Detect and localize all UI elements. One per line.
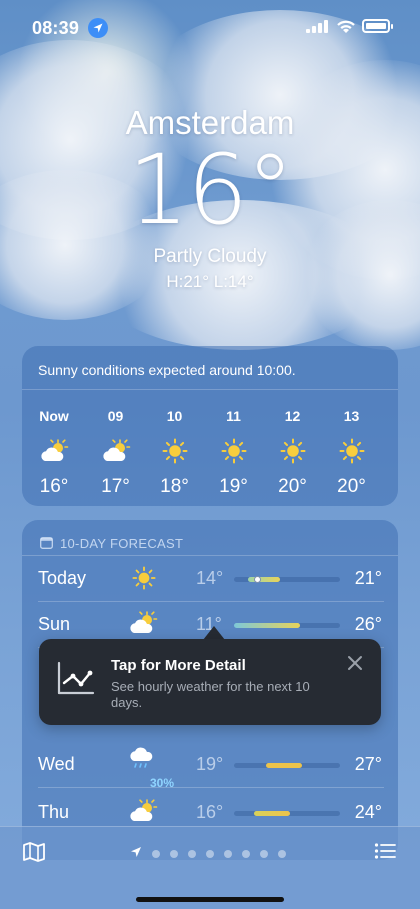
calendar-icon: [40, 536, 53, 552]
page-dot: [278, 850, 286, 858]
day-low: 19°: [196, 754, 224, 774]
map-icon[interactable]: [22, 841, 46, 868]
hour-item: Now 16°: [22, 408, 86, 498]
battery-icon: [362, 19, 393, 33]
page-indicator[interactable]: [130, 845, 286, 863]
day-high: 26°: [354, 614, 382, 634]
hour-label: 10: [166, 408, 183, 424]
forecast-heading: 10-DAY FORECAST: [60, 536, 184, 551]
hour-label: 12: [284, 408, 301, 424]
sun-icon: [221, 438, 247, 466]
partly-cloudy-icon: [128, 798, 160, 828]
tooltip-text: See hourly weather for the next 10 days.: [111, 679, 310, 710]
home-indicator[interactable]: [136, 897, 284, 902]
tooltip-title: Tap for More Detail: [111, 657, 246, 674]
page-dot: [170, 850, 178, 858]
location-arrow-icon: [88, 18, 108, 38]
high-low: H:21° L:14°: [166, 272, 254, 291]
day-name: Wed: [38, 754, 75, 774]
location-arrow-icon: [130, 845, 142, 863]
wifi-icon: [336, 18, 356, 39]
hour-temperature: 18°: [160, 476, 189, 497]
temperature-range-bar: [234, 623, 340, 628]
hour-item: 13 20°: [322, 408, 381, 498]
page-dot: [260, 850, 268, 858]
current-temp-marker: [254, 576, 261, 583]
page-dot: [152, 850, 160, 858]
chart-line-icon: [57, 661, 95, 700]
hour-temperature: 16°: [39, 476, 69, 497]
forecast-row-wed[interactable]: Wed 30% 19° 27°: [38, 742, 384, 790]
day-name: Today: [38, 568, 87, 588]
hour-temperature: 17°: [101, 476, 130, 497]
hour-label: 13: [343, 408, 360, 424]
list-icon[interactable]: [374, 841, 396, 866]
cellular-signal-icon: [306, 20, 328, 38]
status-bar: 08:39: [0, 14, 420, 44]
hour-temperature: 20°: [337, 476, 366, 497]
day-high: 21°: [354, 568, 382, 588]
rain-icon: [128, 746, 160, 776]
status-time: 08:39: [32, 18, 80, 38]
temperature-range-bar: [234, 576, 340, 583]
hour-item: 09 17°: [86, 408, 145, 498]
hour-label: Now: [39, 408, 69, 424]
day-low: 16°: [196, 802, 224, 822]
sun-icon: [128, 564, 160, 594]
partly-cloudy-icon: [101, 438, 131, 466]
current-condition: Partly Cloudy: [153, 246, 267, 267]
temperature-range-bar: [234, 811, 340, 816]
sun-icon: [162, 438, 188, 466]
sun-icon: [280, 438, 306, 466]
bottom-toolbar: [0, 826, 420, 909]
page-dot: [224, 850, 232, 858]
day-high: 27°: [354, 754, 382, 774]
page-dot: [242, 850, 250, 858]
hourly-summary: Sunny conditions expected around 10:00.: [22, 346, 398, 390]
hour-label: 09: [107, 408, 124, 424]
hourly-forecast-card[interactable]: Sunny conditions expected around 10:00. …: [22, 346, 398, 506]
hour-item: 12 20°: [263, 408, 322, 498]
hourly-list[interactable]: Now 16° 09 17° 10 18° 11 19° 12 20° 13 2…: [22, 408, 398, 498]
hour-temperature: 20°: [278, 476, 307, 497]
page-dot: [188, 850, 196, 858]
hour-label: 11: [226, 408, 241, 424]
tooltip-caret: [203, 626, 225, 640]
day-name: Sun: [38, 614, 71, 634]
current-weather: Amsterdam 16° Partly Cloudy H:21° L:14°: [0, 104, 420, 292]
day-high: 24°: [354, 802, 382, 822]
hour-item: 11 19°: [204, 408, 263, 498]
forecast-row-today[interactable]: Today 14° 21°: [38, 556, 384, 602]
temperature-range-bar: [234, 763, 340, 768]
page-dot: [206, 850, 214, 858]
sun-icon: [339, 438, 365, 466]
close-icon[interactable]: [347, 655, 363, 671]
forecast-header: 10-DAY FORECAST: [22, 520, 398, 556]
more-detail-tooltip[interactable]: Tap for More Detail See hourly weather f…: [39, 639, 381, 725]
current-temperature: 16°: [127, 134, 294, 246]
partly-cloudy-icon: [39, 438, 69, 466]
day-low: 14°: [196, 568, 224, 588]
hour-temperature: 19°: [219, 476, 248, 497]
day-name: Thu: [38, 802, 70, 822]
precipitation-chance: 30%: [150, 776, 175, 790]
hour-item: 10 18°: [145, 408, 204, 498]
partly-cloudy-icon: [128, 610, 160, 640]
